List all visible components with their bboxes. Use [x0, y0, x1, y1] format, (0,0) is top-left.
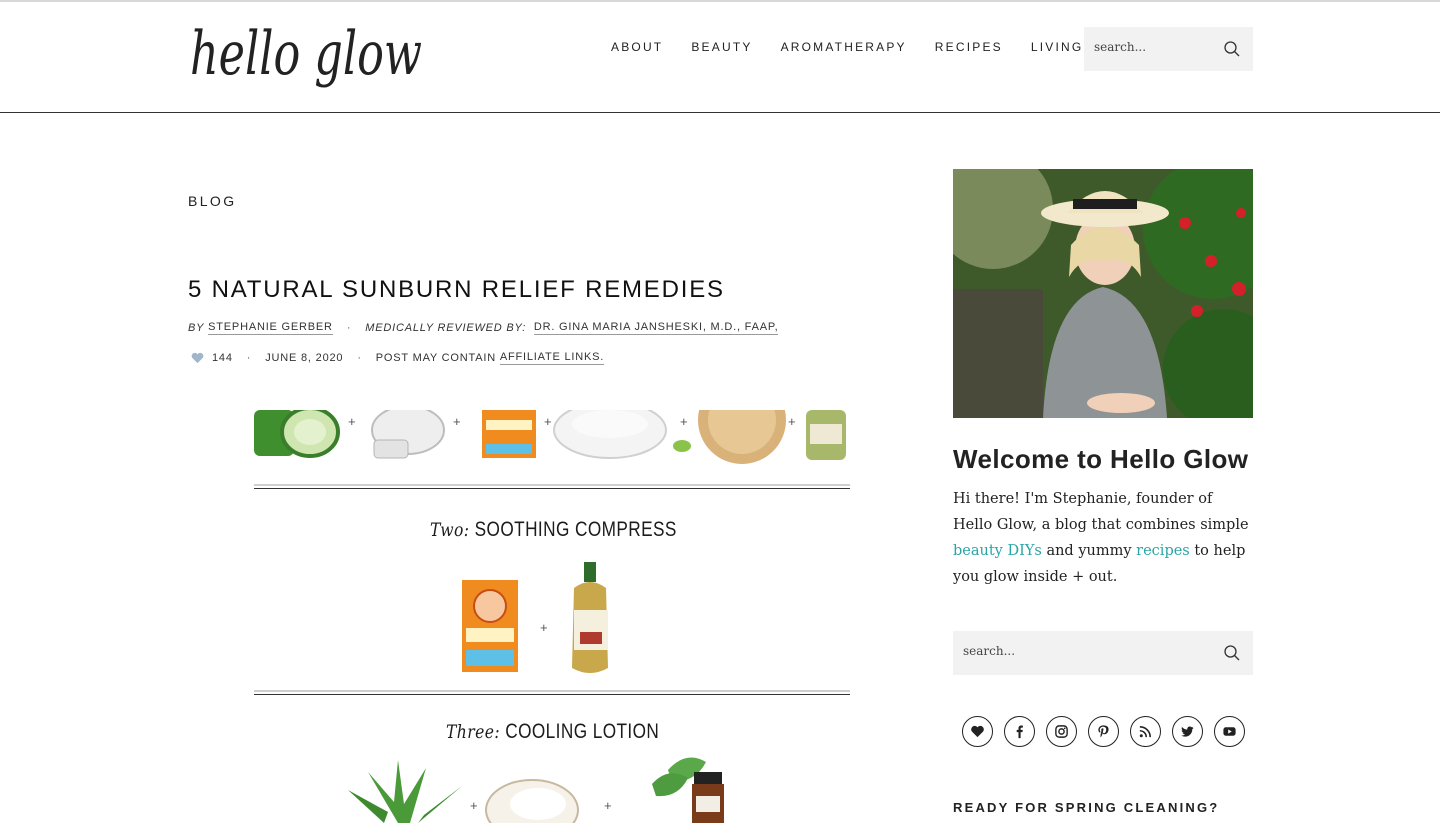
apple-cider-vinegar-bottle [572, 562, 608, 673]
sidebar-search-input[interactable] [963, 644, 1083, 658]
section-three-title: COOLING LOTION [505, 720, 660, 743]
header-search-input[interactable] [1094, 40, 1214, 54]
sidebar-search [953, 631, 1253, 675]
plus-sign: + [788, 414, 796, 429]
author-link[interactable]: STEPHANIE GERBER [208, 321, 333, 335]
twitter-icon[interactable] [1172, 716, 1203, 747]
section-three-number: Three: [446, 721, 501, 743]
plus-sign: + [470, 798, 478, 813]
beauty-diys-link[interactable]: beauty DIYs [953, 543, 1042, 559]
plus-sign: + [540, 620, 548, 635]
nav-about[interactable]: ABOUT [611, 40, 663, 54]
plus-sign: + [680, 414, 688, 429]
site-logo[interactable]: hello glow [188, 2, 428, 114]
bowl-image [553, 410, 691, 459]
meta-separator: · [346, 322, 352, 334]
post-meta: 144 · JUNE 8, 2020 · POST MAY CONTAIN AF… [188, 351, 605, 365]
heart-icon[interactable] [191, 352, 204, 364]
search-icon[interactable] [1223, 644, 1241, 662]
jar-image [371, 410, 445, 459]
post-title: 5 NATURAL SUNBURN RELIEF REMEDIES [188, 276, 725, 303]
cucumber-image [254, 410, 340, 458]
welcome-title: Welcome to Hello Glow [953, 444, 1249, 474]
youtube-icon[interactable] [1214, 716, 1245, 747]
affiliate-prefix: POST MAY CONTAIN [375, 352, 496, 364]
by-label: BY [188, 322, 205, 334]
meta-separator: · [246, 352, 252, 364]
peppermint-oil-image [652, 757, 724, 823]
pinterest-icon[interactable] [1088, 716, 1119, 747]
logo-wordmark: hello glow [190, 19, 422, 89]
spring-cleaning-heading: READY FOR SPRING CLEANING? [953, 800, 1220, 815]
section-two-title: SOOTHING COMPRESS [474, 518, 677, 541]
intro-text-2: and yummy [1041, 543, 1137, 559]
intro-text-1: Hi there! I'm Stephanie, founder of Hell… [953, 491, 1249, 533]
nav-beauty[interactable]: BEAUTY [691, 40, 752, 54]
nav-living[interactable]: LIVING [1031, 40, 1084, 54]
social-links [962, 716, 1256, 747]
plus-sign: + [348, 414, 356, 429]
oats-image [698, 410, 786, 464]
coconut-oil-image [485, 779, 579, 823]
plus-sign: + [453, 414, 461, 429]
section-two-number: Two: [430, 519, 470, 541]
nav-aromatherapy[interactable]: AROMATHERAPY [781, 40, 907, 54]
nav-recipes[interactable]: RECIPES [935, 40, 1003, 54]
rss-icon[interactable] [1130, 716, 1161, 747]
facebook-icon[interactable] [1004, 716, 1035, 747]
affiliate-link[interactable]: AFFILIATE LINKS. [499, 351, 605, 365]
plus-sign: + [544, 414, 552, 429]
like-count: 144 [212, 352, 233, 364]
baking-soda-box-small [482, 410, 536, 458]
plus-sign: + [604, 798, 612, 813]
post-date: JUNE 8, 2020 [265, 352, 344, 364]
section-three-heading: Three: COOLING LOTION [446, 720, 659, 744]
aloe-image [348, 760, 462, 823]
search-icon[interactable] [1223, 40, 1241, 58]
heart-icon[interactable] [962, 716, 993, 747]
post-infographic: + + + + + + + + Two: SOOTHING COMPRESS T… [248, 410, 852, 823]
section-label: BLOG [188, 193, 237, 209]
section-two-heading: Two: SOOTHING COMPRESS [430, 518, 677, 542]
post-byline: BY STEPHANIE GERBER · MEDICALLY REVIEWED… [188, 321, 779, 335]
vinegar-bottle-small [806, 410, 846, 460]
meta-separator: · [357, 352, 362, 364]
instagram-icon[interactable] [1046, 716, 1077, 747]
header-search [1084, 27, 1253, 71]
svg-text:hello glow: hello glow [190, 19, 422, 89]
author-photo [953, 169, 1253, 418]
site-header: hello glow ABOUT BEAUTY AROMATHERAPY REC… [0, 2, 1440, 113]
main-nav: ABOUT BEAUTY AROMATHERAPY RECIPES LIVING [596, 40, 1111, 54]
recipes-link[interactable]: recipes [1136, 543, 1190, 559]
intro-text: Hi there! I'm Stephanie, founder of Hell… [953, 486, 1253, 590]
baking-soda-box [462, 580, 518, 672]
reviewer-link[interactable]: DR. GINA MARIA JANSHESKI, M.D., FAAP, [533, 321, 779, 335]
reviewed-label: MEDICALLY REVIEWED BY: [365, 322, 527, 334]
infographic-illustration: + + + + + + + + [254, 410, 850, 823]
